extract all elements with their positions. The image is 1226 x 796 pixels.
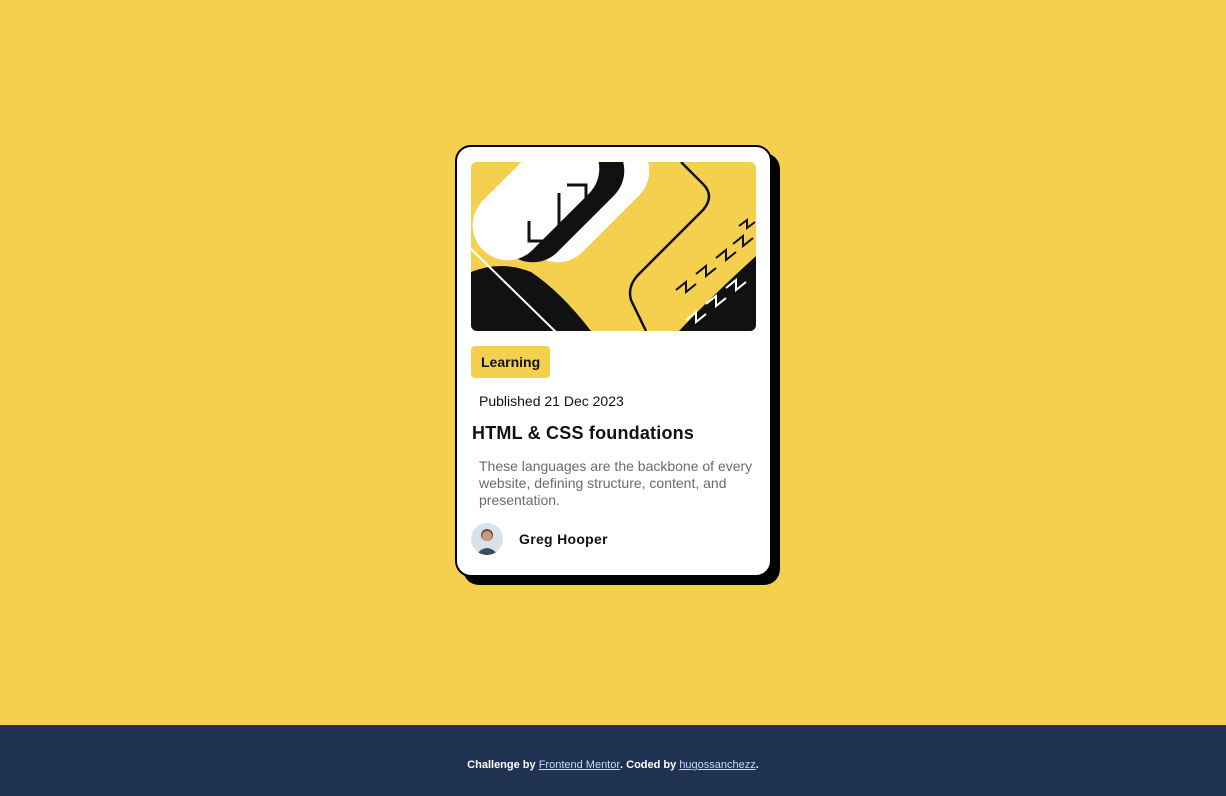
category-tag: Learning bbox=[471, 346, 551, 378]
abstract-illustration-icon bbox=[471, 162, 756, 331]
avatar bbox=[471, 523, 503, 555]
author-name: Greg Hooper bbox=[519, 531, 608, 547]
frontend-mentor-link[interactable]: Frontend Mentor bbox=[539, 759, 620, 771]
footer-middle: . Coded by bbox=[620, 759, 680, 771]
card-title[interactable]: HTML & CSS foundations bbox=[472, 423, 694, 444]
footer-suffix: . bbox=[755, 759, 759, 771]
hero-illustration bbox=[471, 162, 756, 331]
author: Greg Hooper bbox=[471, 522, 608, 556]
footer-prefix: Challenge by bbox=[467, 759, 539, 771]
avatar-photo-icon bbox=[471, 523, 503, 555]
blog-preview-card: Learning Published 21 Dec 2023 HTML & CS… bbox=[455, 145, 772, 577]
attribution-footer: Challenge by Frontend Mentor. Coded by h… bbox=[0, 725, 1226, 796]
author-link[interactable]: hugossanchezz bbox=[679, 759, 755, 771]
card-description: These languages are the backbone of ever… bbox=[479, 458, 753, 508]
published-date: Published 21 Dec 2023 bbox=[479, 393, 624, 409]
